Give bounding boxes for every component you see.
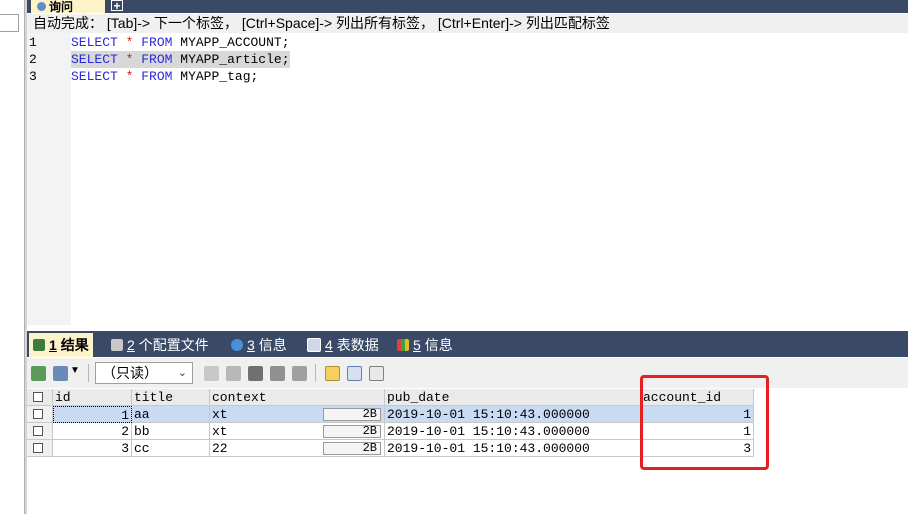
column-header-context[interactable]: context — [210, 389, 385, 406]
blob-size-badge[interactable]: 2B — [323, 408, 381, 421]
form-view-icon[interactable] — [347, 366, 362, 381]
readonly-select-value: （只读） — [102, 365, 158, 381]
autocomplete-hint: 自动完成： [Tab]-> 下一个标签， [Ctrl+Space]-> 列出所有… — [27, 14, 908, 33]
row-checkbox[interactable] — [33, 426, 43, 436]
table-cell-account-id[interactable]: 1 — [641, 423, 754, 440]
save-icon[interactable] — [248, 366, 263, 381]
column-header-id[interactable]: id — [53, 389, 132, 406]
select-all-cell[interactable] — [27, 389, 53, 406]
import-icon[interactable] — [53, 366, 68, 381]
table-cell-context[interactable]: xt 2B — [210, 423, 385, 440]
toolbar-divider — [88, 364, 89, 382]
left-panel — [0, 0, 26, 514]
tab-profile[interactable]: 2 个配置文件 — [111, 333, 209, 357]
left-panel-input[interactable] — [0, 14, 19, 32]
table-cell-account-id[interactable]: 1 — [641, 406, 754, 423]
column-header-pub-date[interactable]: pub_date — [385, 389, 641, 406]
copy-row-icon[interactable] — [226, 366, 241, 381]
query-tab-bar: 询问 + — [27, 0, 908, 13]
row-select-cell[interactable] — [27, 423, 53, 440]
export-icon[interactable] — [31, 366, 46, 381]
delete-icon[interactable] — [270, 366, 285, 381]
line-number: 3 — [29, 69, 37, 84]
tab-messages[interactable]: 3 信息 — [231, 333, 287, 357]
cancel-icon[interactable] — [292, 366, 307, 381]
table-cell-title[interactable]: cc — [132, 440, 210, 457]
row-select-cell[interactable] — [27, 406, 53, 423]
readonly-select[interactable]: （只读） ⌄ — [95, 362, 193, 384]
line-number: 1 — [29, 35, 37, 50]
grid-icon — [33, 339, 45, 351]
table-cell-account-id[interactable]: 3 — [641, 440, 754, 457]
table-cell-id[interactable]: 2 — [53, 423, 132, 440]
tab-info[interactable]: 5 信息 — [397, 333, 453, 357]
column-header-account-id[interactable]: account_id — [641, 389, 754, 406]
table-cell-pub-date[interactable]: 2019-10-01 15:10:43.000000 — [385, 423, 641, 440]
table-cell-title[interactable]: bb — [132, 423, 210, 440]
tab-query[interactable]: 询问 — [31, 0, 105, 13]
table-cell-context[interactable]: xt 2B — [210, 406, 385, 423]
grid-view-icon[interactable] — [325, 366, 340, 381]
column-header-title[interactable]: title — [132, 389, 210, 406]
result-toolbar: ▼ （只读） ⌄ — [27, 358, 908, 388]
select-all-checkbox[interactable] — [33, 392, 43, 402]
editor-line[interactable]: 3 SELECT * FROM MYAPP_tag; — [27, 68, 908, 85]
toolbar-divider — [315, 364, 316, 382]
add-tab-button[interactable]: + — [111, 0, 123, 12]
history-icon — [397, 339, 409, 351]
profile-icon — [111, 339, 123, 351]
tab-result[interactable]: 1 结果 — [29, 333, 93, 357]
chevron-down-icon: ⌄ — [177, 367, 187, 379]
line-code: SELECT * FROM MYAPP_tag; — [71, 69, 259, 84]
table-cell-id[interactable]: 1 — [53, 406, 132, 423]
row-select-cell[interactable] — [27, 440, 53, 457]
tab-table-data[interactable]: 4 表数据 — [307, 333, 379, 357]
chevron-down-icon[interactable]: ▼ — [70, 365, 80, 376]
table-cell-context[interactable]: 22 2B — [210, 440, 385, 457]
table-cell-title[interactable]: aa — [132, 406, 210, 423]
editor-line[interactable]: 1 SELECT * FROM MYAPP_ACCOUNT; — [27, 34, 908, 51]
result-grid[interactable]: id title context pub_date account_id 1 a… — [27, 389, 908, 514]
tab-query-label: 询问 — [49, 0, 74, 13]
result-tab-bar: 1 结果 2 个配置文件 3 信息 4 表数据 5 信息 — [27, 331, 908, 357]
table-cell-id[interactable]: 3 — [53, 440, 132, 457]
row-checkbox[interactable] — [33, 443, 43, 453]
line-number: 2 — [29, 52, 37, 67]
info-icon — [231, 339, 243, 351]
table-cell-pub-date[interactable]: 2019-10-01 15:10:43.000000 — [385, 440, 641, 457]
line-code: SELECT * FROM MYAPP_article; — [71, 51, 290, 68]
row-checkbox[interactable] — [33, 409, 43, 419]
blob-size-badge[interactable]: 2B — [323, 425, 381, 438]
table-icon — [307, 338, 321, 352]
blob-size-badge[interactable]: 2B — [323, 442, 381, 455]
sql-editor[interactable]: 1 SELECT * FROM MYAPP_ACCOUNT; 2 SELECT … — [27, 33, 908, 325]
table-cell-pub-date[interactable]: 2019-10-01 15:10:43.000000 — [385, 406, 641, 423]
line-code: SELECT * FROM MYAPP_ACCOUNT; — [71, 35, 290, 50]
editor-line-current[interactable]: 2 SELECT * FROM MYAPP_article; — [27, 51, 908, 68]
query-icon — [37, 2, 46, 11]
text-view-icon[interactable] — [369, 366, 384, 381]
insert-row-icon[interactable] — [204, 366, 219, 381]
